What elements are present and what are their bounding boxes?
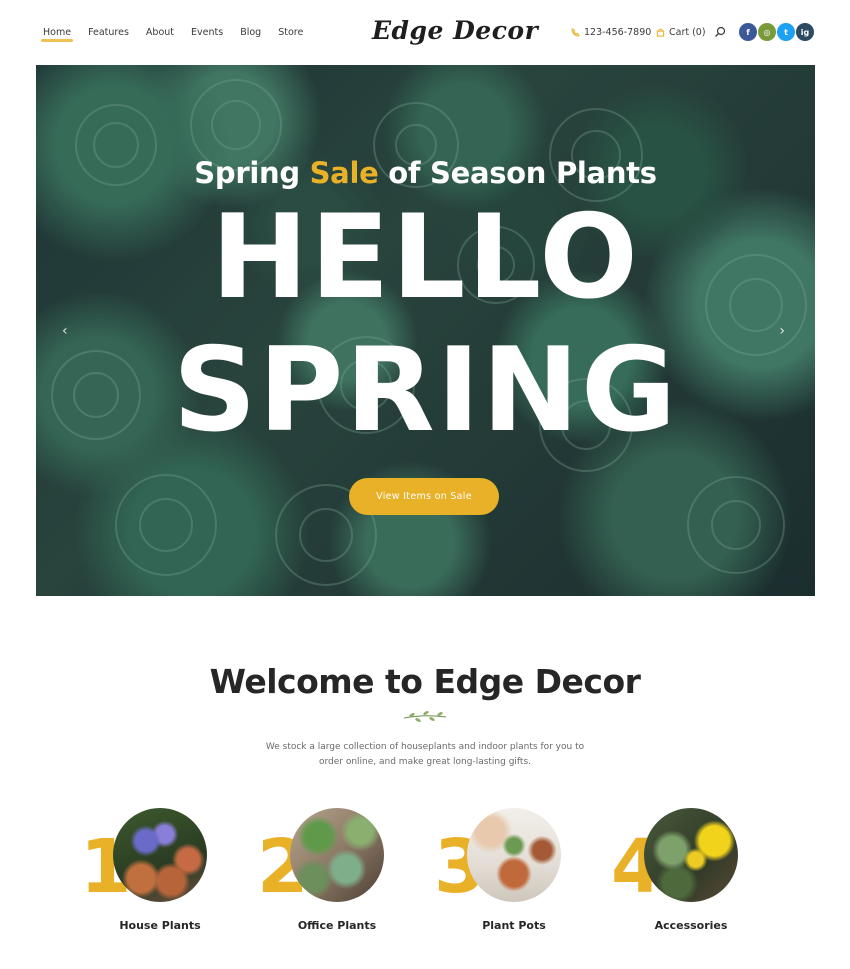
twitter-icon[interactable]: t [777, 23, 795, 41]
hero-headline-line2: SPRING [172, 323, 679, 458]
plant-pots-image [467, 808, 561, 902]
instagram-icon[interactable]: ig [796, 23, 814, 41]
category-label[interactable]: Plant Pots [454, 919, 574, 932]
nav-about[interactable]: About [146, 27, 174, 38]
category-label[interactable]: Office Plants [277, 919, 397, 932]
category-label[interactable]: Accessories [631, 919, 751, 932]
hero-subtitle-highlight: Sale [309, 156, 379, 190]
nav-blog[interactable]: Blog [240, 27, 261, 38]
category-office-plants[interactable]: 2 Office Plants [257, 805, 397, 945]
nav-home[interactable]: Home [40, 27, 74, 42]
nav-store[interactable]: Store [278, 27, 303, 38]
category-plant-pots[interactable]: 3 Plant Pots [434, 805, 574, 945]
category-house-plants[interactable]: 1 House Plants [80, 805, 220, 945]
welcome-title: Welcome to Edge Decor [209, 662, 641, 701]
slider-prev-arrow-icon[interactable]: ‹ [62, 323, 68, 339]
facebook-icon[interactable]: f [739, 23, 757, 41]
phone-icon [571, 28, 580, 37]
category-accessories[interactable]: 4 Accessories [611, 805, 751, 945]
site-logo[interactable]: Edge Decor [372, 16, 538, 45]
main-nav: Home Features About Events Blog Store [40, 27, 320, 42]
phone-link[interactable]: 123-456-7890 [571, 27, 651, 38]
nav-features[interactable]: Features [88, 27, 129, 38]
hero-slider: Spring Sale of Season Plants HELLO SPRIN… [36, 65, 815, 596]
nav-events[interactable]: Events [191, 27, 223, 38]
house-plants-image [113, 808, 207, 902]
view-sale-button[interactable]: View Items on Sale [349, 478, 499, 515]
site-header: Home Features About Events Blog Store Ed… [0, 0, 850, 65]
welcome-description: We stock a large collection of houseplan… [265, 742, 585, 767]
hero-headline-line1: HELLO [211, 190, 640, 325]
search-icon[interactable] [714, 26, 726, 38]
slider-next-arrow-icon[interactable]: › [779, 323, 785, 339]
leaf-sprig-icon [403, 711, 447, 722]
cart-link[interactable]: Cart (0) [656, 27, 706, 38]
cart-icon [656, 28, 665, 37]
hero-subtitle: Spring Sale of Season Plants [194, 156, 657, 190]
category-label[interactable]: House Plants [100, 919, 220, 932]
social-links: f ◎ t ig [739, 23, 814, 41]
office-plants-image [290, 808, 384, 902]
phone-number: 123-456-7890 [584, 27, 652, 38]
cart-label: Cart (0) [669, 27, 706, 38]
accessories-image [644, 808, 738, 902]
pinterest-icon[interactable]: ◎ [758, 23, 776, 41]
